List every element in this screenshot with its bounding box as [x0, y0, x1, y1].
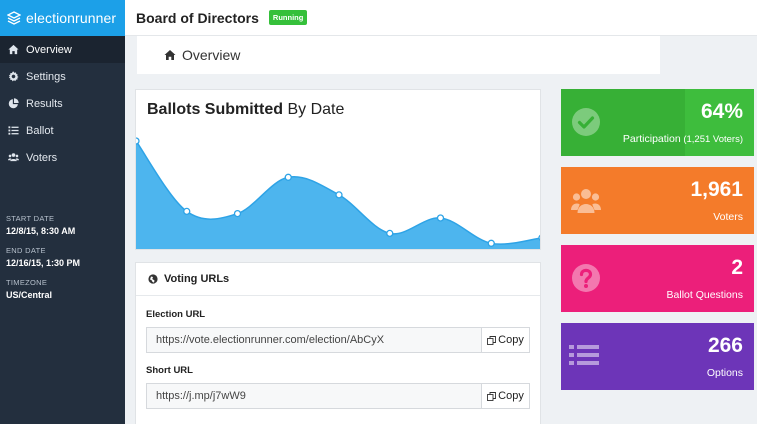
participation-label: Participation (1,251 Voters): [623, 133, 743, 145]
copy-short-url-button[interactable]: Copy: [481, 384, 529, 408]
options-value: 266: [707, 334, 743, 357]
chart-point-6[interactable]: [436, 214, 445, 222]
election-url-label: Election URL: [146, 309, 206, 320]
ballot-questions-value: 2: [731, 256, 743, 279]
chart-point-4[interactable]: [335, 191, 343, 199]
check-circle-icon: [572, 108, 600, 136]
election-meta: START DATE 12/8/15, 8:30 AM END DATE 12/…: [6, 214, 80, 310]
voters-card: 1,961 Voters: [561, 167, 754, 234]
status-badge: Running: [268, 10, 308, 25]
participation-card: 64% Participation (1,251 Voters): [561, 89, 754, 156]
copy-election-url-button[interactable]: Copy: [481, 328, 529, 352]
election-url-input[interactable]: [147, 328, 481, 352]
gear-icon: [7, 71, 19, 83]
end-date-value: 12/16/15, 1:30 PM: [6, 258, 81, 268]
sidebar-item-label: Settings: [26, 70, 66, 83]
chart-point-8[interactable]: [538, 234, 541, 241]
globe-icon: [148, 274, 158, 284]
sidebar-nav: Overview Settings Results Ballot Voters: [0, 36, 125, 171]
users-icon: [7, 152, 19, 164]
chart-point-5[interactable]: [386, 229, 394, 238]
brand-name: electionrunner: [26, 10, 117, 26]
short-url-input[interactable]: [147, 384, 481, 408]
breadcrumb-label: Overview: [182, 47, 241, 63]
options-card: 266 Options: [561, 323, 754, 390]
pie-chart-icon: [7, 98, 19, 110]
end-date-label: END DATE: [6, 246, 46, 255]
options-label: Options: [706, 367, 743, 379]
list-icon: [569, 345, 599, 365]
voting-urls-panel: Voting URLs Election URL Copy Short URL …: [135, 262, 541, 424]
copy-icon: [487, 335, 497, 345]
start-date-label: START DATE: [6, 214, 55, 223]
sidebar-item-overview[interactable]: Overview: [0, 36, 125, 63]
voters-value: 1,961: [690, 178, 743, 201]
users-icon: [571, 189, 601, 213]
page-title: Board of Directors: [136, 9, 259, 26]
chart-title-rest: By Date: [283, 101, 345, 118]
ballot-questions-card: 2 Ballot Questions: [561, 245, 754, 312]
voting-urls-title: Voting URLs: [164, 273, 230, 285]
ballot-questions-label: Ballot Questions: [666, 289, 743, 301]
sidebar-item-voters[interactable]: Voters: [0, 144, 125, 171]
participation-label-main: Participation: [622, 133, 681, 145]
copy-icon: [487, 391, 497, 401]
timezone-label: TIMEZONE: [6, 278, 48, 287]
timezone-value: US/Central: [6, 290, 53, 300]
copy-label: Copy: [498, 390, 524, 402]
home-icon: [164, 50, 176, 60]
breadcrumb: Overview: [137, 36, 660, 74]
voting-urls-header: Voting URLs: [136, 263, 540, 296]
election-url-field: Copy: [146, 327, 530, 353]
chart-point-1[interactable]: [183, 207, 191, 216]
chart-point-3[interactable]: [284, 173, 292, 181]
header: Board of Directors Running: [125, 0, 757, 36]
sidebar-item-label: Results: [26, 97, 63, 110]
chart-point-0[interactable]: [136, 137, 140, 145]
short-url-label: Short URL: [146, 365, 193, 376]
chart-point-7[interactable]: [487, 239, 495, 247]
voters-label: Voters: [713, 211, 743, 223]
participation-value: 64%: [700, 100, 743, 123]
sidebar-item-settings[interactable]: Settings: [0, 63, 125, 90]
sidebar-item-label: Overview: [26, 43, 72, 56]
start-date-value: 12/8/15, 8:30 AM: [6, 226, 76, 236]
chart-title: Ballots Submitted By Date: [147, 101, 344, 119]
sidebar-item-results[interactable]: Results: [0, 90, 125, 117]
logo-icon: [7, 11, 21, 25]
sidebar: electionrunner Overview Settings Results…: [0, 0, 125, 424]
copy-label: Copy: [498, 334, 524, 346]
chart-title-bold: Ballots Submitted: [147, 101, 284, 118]
brand-logo[interactable]: electionrunner: [0, 0, 125, 36]
sidebar-item-label: Ballot: [26, 124, 54, 137]
participation-voters-count: (1,251 Voters): [680, 134, 743, 145]
sidebar-item-label: Voters: [26, 151, 58, 164]
short-url-field: Copy: [146, 383, 530, 409]
chart-point-2[interactable]: [233, 209, 242, 218]
list-icon: [7, 125, 19, 137]
home-icon: [7, 44, 19, 56]
question-circle-icon: [572, 264, 600, 292]
ballots-chart-panel: Ballots Submitted By Date: [135, 89, 541, 250]
sidebar-item-ballot[interactable]: Ballot: [0, 117, 125, 144]
